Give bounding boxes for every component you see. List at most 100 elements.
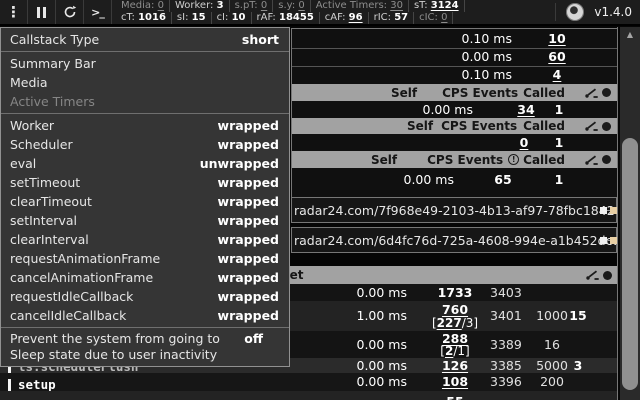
called-count-link[interactable]: 4 [532,66,582,84]
menu-item-cleartimeout[interactable]: clearTimeout wrapped [1,192,289,211]
stat-si[interactable]: sI: 15 [172,12,212,24]
menu-item-cancelanimationframe[interactable]: cancelAnimationFrame wrapped [1,268,289,287]
stat-ct[interactable]: cT: 1016 [116,12,172,24]
called-count: 1 [554,102,564,117]
called-count-link[interactable]: 10 [532,29,582,48]
scroll-up-button[interactable]: ▲ [620,27,640,42]
table-row[interactable]: 0.00 ms 65 1 [292,168,617,192]
version-label: v1.4.0 [594,5,632,19]
stat-raf[interactable]: rAF: 18455 [252,12,320,24]
frame-url[interactable]: radar24.com/7f968e49-2103-4b13-af97-78fb… [292,203,616,218]
self-time-value: 0.00 ms [403,172,455,187]
called-count-link[interactable]: 108 [407,373,503,391]
header-cps-events: CPS Events [427,152,504,167]
menu-separator [1,327,289,328]
record-dot-icon [602,121,611,131]
app-window: ⋮ >_ Media: 0 Worker: 3 s.pT: 0 s.y: 0 A… [0,0,640,400]
column-headers[interactable]: Self CPS Events Called [292,118,617,134]
table-row[interactable]: 0.10 ms 4 [292,66,617,84]
called-count: 1 [554,172,564,187]
record-dot-icon [602,155,611,164]
self-time-value: 0.00 ms [356,374,408,389]
called-count-link[interactable]: 126 [407,358,503,373]
table-row[interactable]: 0.10 ms 10 [292,29,617,49]
stats-row-2: cT: 1016 sI: 15 cI: 10 rAF: 18455 cAF: 9… [116,12,465,24]
breakpoint-square-icon[interactable] [600,237,607,244]
stat-worker[interactable]: Worker: 3 [170,0,230,12]
timer-row[interactable]: 55 [0,391,617,400]
activity-chart-icon [585,154,598,165]
handler-id: 3403 [490,285,522,300]
header-cps-events: CPS Events [441,119,518,133]
menu-item-scheduler[interactable]: Scheduler wrapped [1,135,289,154]
menu-item-requestanimationframe[interactable]: requestAnimationFrame wrapped [1,249,289,268]
stat-cic[interactable]: cIC: 0 [414,12,454,24]
marker-square-icon[interactable] [610,207,617,214]
scrollbar[interactable]: ▲ [620,27,640,400]
stat-caf[interactable]: cAF: 96 [320,12,369,24]
frame-url-row[interactable]: radar24.com/6d4fc76d-725a-4608-994e-a1b4… [291,227,617,253]
toolbar-divider [555,3,557,21]
column-headers[interactable]: Self CPS Events Called [292,84,617,101]
stat-st[interactable]: sT: 3124 [409,0,465,12]
menu-item-active-timers: Active Timers [10,94,95,109]
menu-item-settimeout[interactable]: setTimeout wrapped [1,173,289,192]
called-count[interactable]: 760 [227/3] [407,301,503,330]
menu-item-requestidlecallback[interactable]: requestIdleCallback wrapped [1,287,289,306]
header-called: Called [523,119,565,133]
self-time-value: 0.00 ms [356,285,408,300]
called-count-link[interactable]: 60 [532,48,582,66]
stat-media[interactable]: Media: 0 [116,0,170,12]
menu-item-worker[interactable]: Worker wrapped [1,116,289,135]
set-count: 3 [573,358,583,373]
self-time-value: 0.00 ms [461,49,513,64]
menu-item-prevent-sleep[interactable]: Prevent the system from going to Sleep s… [1,330,289,364]
context-menu: Callstack Type short Summary Bar Media Ac… [0,27,290,367]
refresh-icon [63,5,77,19]
menu-item-eval[interactable]: eval unwrapped [1,154,289,173]
self-time-value: 0.10 ms [461,67,513,82]
scroll-thumb[interactable] [622,138,638,390]
toolbar-stats: Media: 0 Worker: 3 s.pT: 0 s.y: 0 Active… [116,0,465,24]
delay-value: 16 [544,337,560,352]
frame-url[interactable]: radar24.com/6d4fc76d-725a-4608-994e-a1b4… [292,233,616,248]
timer-row-setup[interactable]: setup 0.00 ms 108 3396 200 [0,373,617,392]
spinner-icon[interactable] [566,3,585,21]
self-time-value: 0.00 ms [422,102,474,117]
header-self: Self [371,152,398,167]
pause-icon [37,6,46,18]
table-row[interactable]: 0.00 ms 60 [292,48,617,67]
table-row[interactable]: 0.00 ms 34 1 [292,101,617,118]
header-called: Called [523,85,565,100]
stat-ric[interactable]: rIC: 57 [369,12,415,24]
menu-item-cancelidlecallback[interactable]: cancelIdleCallback wrapped [1,306,289,325]
stat-spt[interactable]: s.pT: 0 [230,0,274,12]
frame-url-row[interactable]: radar24.com/7f968e49-2103-4b13-af97-78fb… [291,197,617,223]
table-row[interactable]: 0 1 [292,134,617,151]
menu-item-clearinterval[interactable]: clearInterval wrapped [1,230,289,249]
activity-chart-icon [585,121,598,131]
pause-button[interactable] [28,0,56,24]
marker-square-icon[interactable] [610,237,617,244]
toolbar: ⋮ >_ Media: 0 Worker: 3 s.pT: 0 s.y: 0 A… [0,0,640,26]
menu-item-callstack-type[interactable]: Callstack Type short [1,30,289,49]
delay-value: 200 [540,374,564,389]
breakpoint-square-icon[interactable] [600,207,607,214]
stat-sy[interactable]: s.y: 0 [273,0,311,12]
toolbar-right: v1.4.0 [555,0,640,24]
column-headers[interactable]: Self CPS Events ! Called [292,151,617,168]
menu-item-setinterval[interactable]: setInterval wrapped [1,211,289,230]
menu-item-summary-bar[interactable]: Summary Bar [1,54,289,73]
stat-active-timers[interactable]: Active Timers: 30 [311,0,409,12]
self-time-value: 1.00 ms [356,308,408,323]
header-self: Self [407,119,434,133]
menu-item-media[interactable]: Media [1,73,289,92]
called-count-link[interactable]: 55 [407,391,503,400]
activity-chart-icon [586,270,599,280]
refresh-button[interactable] [56,0,84,24]
called-count[interactable]: 288 [2/1] [407,331,503,357]
stat-ci[interactable]: cI: 10 [212,12,252,24]
terminal-button[interactable]: >_ [84,0,112,24]
overflow-menu-button[interactable]: ⋮ [0,0,28,24]
self-time-value: 0.10 ms [461,31,513,46]
